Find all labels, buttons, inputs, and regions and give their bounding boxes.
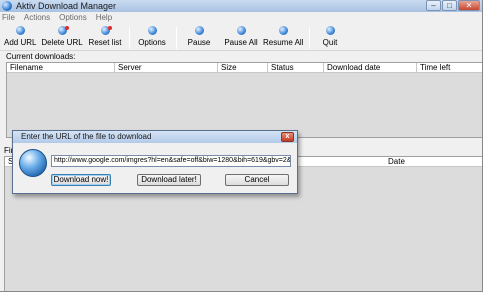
url-input[interactable]: http://www.google.com/imgres?hl=en&safe=…	[51, 155, 291, 167]
download-later-button[interactable]: Download later!	[137, 174, 201, 186]
globe-delete-icon	[57, 26, 69, 35]
menu-bar: File Actions Options Help	[0, 12, 482, 23]
app-globe-icon	[2, 1, 12, 11]
dialog-title: Enter the URL of the file to download	[21, 132, 152, 141]
dialog-close-button[interactable]: x	[281, 132, 294, 142]
resume-all-globe-icon	[278, 26, 288, 35]
toolbar-separator	[176, 27, 177, 49]
delete-url-button[interactable]: Delete URL	[41, 26, 83, 50]
toolbar-separator	[129, 27, 130, 49]
close-button[interactable]: ✕	[458, 0, 480, 11]
pause-all-globe-icon	[236, 26, 246, 35]
reset-list-label: Reset list	[88, 38, 122, 47]
column-size[interactable]: Size	[218, 63, 268, 73]
quit-label: Quit	[322, 38, 338, 47]
minimize-button[interactable]: –	[426, 0, 441, 11]
title-bar[interactable]: Aktiv Download Manager – □ ✕	[0, 0, 482, 12]
quit-button[interactable]: Quit	[318, 26, 342, 50]
delete-url-label: Delete URL	[41, 38, 83, 47]
toolbar-separator	[309, 27, 310, 49]
column-time-left[interactable]: Time left	[417, 63, 482, 73]
menu-help[interactable]: Help	[96, 12, 112, 23]
resume-all-label: Resume All	[263, 38, 304, 47]
current-downloads-label: Current downloads:	[6, 52, 76, 61]
toolbar: Add URL Delete URL Reset list Options Pa…	[0, 24, 482, 51]
menu-options[interactable]: Options	[59, 12, 87, 23]
globe-reset-icon	[100, 26, 112, 35]
cancel-button[interactable]: Cancel	[225, 174, 289, 186]
window-title: Aktiv Download Manager	[16, 1, 117, 11]
column-status[interactable]: Status	[268, 63, 324, 73]
maximize-button[interactable]: □	[442, 0, 457, 11]
menu-file[interactable]: File	[2, 12, 15, 23]
menu-actions[interactable]: Actions	[24, 12, 50, 23]
dialog-title-bar[interactable]: Enter the URL of the file to download x	[13, 131, 297, 143]
options-label: Options	[138, 38, 166, 47]
column-download-date[interactable]: Download date	[324, 63, 417, 73]
quit-globe-icon	[325, 26, 335, 35]
download-now-button[interactable]: Download now!	[51, 174, 111, 186]
options-button[interactable]: Options	[136, 26, 168, 50]
pause-all-button[interactable]: Pause All	[223, 26, 259, 50]
pause-label: Pause	[187, 38, 211, 47]
add-url-label: Add URL	[4, 38, 37, 47]
column-filename[interactable]: Filename	[7, 63, 115, 73]
resume-all-button[interactable]: Resume All	[263, 26, 303, 50]
add-url-button[interactable]: Add URL	[4, 26, 36, 50]
globe-add-icon	[15, 26, 25, 35]
column-server[interactable]: Server	[115, 63, 218, 73]
caption-buttons: – □ ✕	[426, 0, 480, 11]
current-downloads-header: Filename Server Size Status Download dat…	[7, 63, 482, 73]
pause-all-label: Pause All	[224, 38, 258, 47]
current-downloads-list[interactable]: Filename Server Size Status Download dat…	[6, 62, 482, 138]
globe-icon	[19, 149, 47, 177]
pause-globe-icon	[194, 26, 204, 35]
options-globe-icon	[147, 26, 157, 35]
pause-button[interactable]: Pause	[185, 26, 213, 50]
enter-url-dialog: Enter the URL of the file to download x …	[12, 130, 298, 194]
reset-list-button[interactable]: Reset list	[88, 26, 122, 50]
column-date[interactable]: Date	[385, 157, 482, 167]
